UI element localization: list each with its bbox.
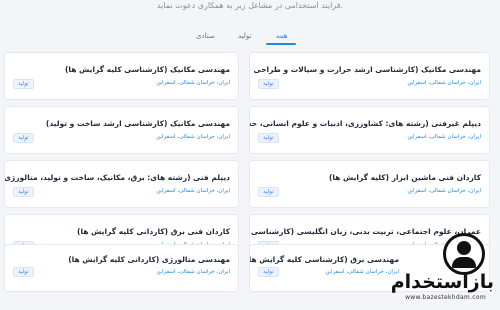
- job-card[interactable]: مهندسی مکانیک (کارشناسی ارشد حرارت و سیا…: [249, 52, 490, 100]
- job-card[interactable]: دیپلم فنی (رشته های: برق، مکانیک، ساخت و…: [4, 160, 239, 208]
- job-title[interactable]: دیپلم غیرفنی (رشته های: کشاورزی، ادبیات …: [250, 119, 481, 128]
- job-title[interactable]: کاردان فنی برق (کاردانی کلیه گرایش ها): [77, 227, 230, 236]
- job-location: ایران، خراسان شمالی، اسفراین: [156, 188, 230, 194]
- job-title[interactable]: کاردان فنی ماشین ابزار (کلیه گرایش ها): [329, 173, 481, 182]
- job-card[interactable]: دیپلم غیرفنی (رشته های: کشاورزی، ادبیات …: [249, 106, 490, 154]
- job-tag-badge: تولید: [13, 133, 34, 143]
- watermark-url: www.bazestekhdam.com: [405, 294, 486, 301]
- job-card[interactable]: مهندسی مکانیک (کارشناسی ارشد ساخت و تولی…: [4, 106, 239, 154]
- job-tag-badge: تولید: [258, 187, 279, 197]
- tab-production[interactable]: تولید: [238, 32, 251, 40]
- job-title[interactable]: مهندسی متالورژی (کاردانی کلیه گرایش ها): [68, 255, 230, 264]
- tab-staff[interactable]: ستادی: [196, 32, 215, 40]
- job-tag-badge: تولید: [13, 267, 34, 277]
- watermark-text: بازاستخدام: [390, 271, 494, 293]
- job-tag-badge: تولید: [258, 79, 279, 89]
- job-location: ایران، خراسان شمالی، اسفراین: [156, 269, 230, 275]
- intro-text: فرایند استخدامی در مشاغل زیر به همکاری د…: [156, 1, 344, 10]
- job-tag-badge: تولید: [258, 267, 279, 277]
- job-card[interactable]: کاردان فنی ماشین ابزار (کلیه گرایش ها) ا…: [249, 160, 490, 208]
- job-location: ایران، خراسان شمالی، اسفراین: [407, 80, 481, 86]
- job-card[interactable]: مهندسی متالورژی (کاردانی کلیه گرایش ها) …: [4, 244, 239, 292]
- job-title[interactable]: مهندسی مکانیک (کارشناسی ارشد حرارت و سیا…: [250, 65, 481, 74]
- job-location: ایران، خراسان شمالی، اسفراین: [156, 80, 230, 86]
- job-location: ایران، خراسان شمالی، اسفراین: [325, 269, 399, 275]
- job-tag-badge: تولید: [13, 79, 34, 89]
- job-title[interactable]: عمران، علوم اجتماعی، تربیت بدنی، زبان ان…: [250, 227, 481, 236]
- job-tag-badge: تولید: [258, 133, 279, 143]
- job-title[interactable]: مهندسی مکانیک (کارشناسی ارشد ساخت و تولی…: [46, 119, 230, 128]
- job-tag-badge: تولید: [13, 187, 34, 197]
- job-card[interactable]: مهندسی مکانیک (کارشناسی کلیه گرایش ها) ا…: [4, 52, 239, 100]
- active-tab-underline: [266, 43, 296, 45]
- job-title[interactable]: دیپلم فنی (رشته های: برق، مکانیک، ساخت و…: [5, 173, 230, 182]
- job-location: ایران، خراسان شمالی، اسفراین: [407, 188, 481, 194]
- job-location: ایران، خراسان شمالی، اسفراین: [156, 134, 230, 140]
- job-title[interactable]: مهندسی مکانیک (کارشناسی کلیه گرایش ها): [65, 65, 230, 74]
- tab-all[interactable]: همه: [276, 32, 288, 40]
- category-tabs: همه تولید ستادی: [0, 28, 500, 48]
- watermark-user-body: [452, 257, 476, 268]
- watermark-user-head: [457, 241, 471, 255]
- job-title[interactable]: مهندسی برق (کارشناسی کلیه گرایش ها): [250, 255, 399, 264]
- job-location: ایران، خراسان شمالی، اسفراین: [407, 134, 481, 140]
